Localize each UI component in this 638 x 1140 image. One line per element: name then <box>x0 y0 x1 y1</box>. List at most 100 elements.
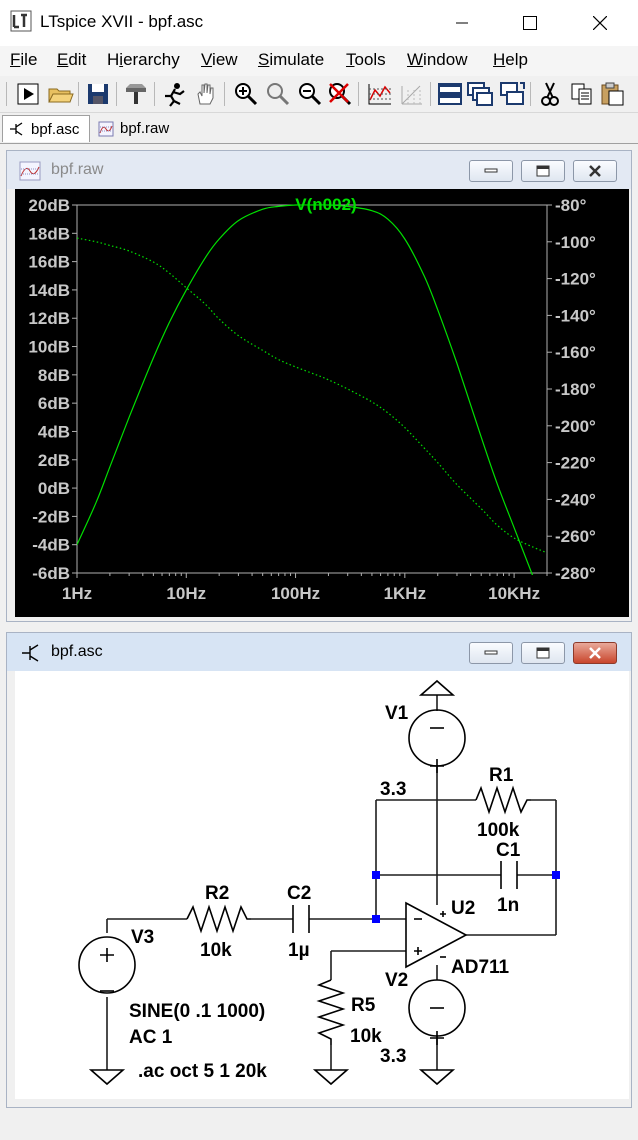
y-left-tick-label: 20dB <box>28 196 70 215</box>
resistor-r5[interactable] <box>316 979 346 1045</box>
menu-window[interactable]: Window <box>407 50 467 70</box>
y-right-tick-label: -180° <box>555 380 596 399</box>
magnitude-trace <box>77 204 534 575</box>
schematic-icon <box>10 122 23 136</box>
maximize-button[interactable] <box>500 0 560 46</box>
cascade-icon[interactable] <box>466 80 494 108</box>
close-icon <box>593 16 607 30</box>
schematic-canvas[interactable]: V1 3.3 R1 100k C1 1n U2 AD711 R2 10k C2 … <box>15 671 629 1099</box>
halt-icon[interactable] <box>160 80 188 108</box>
x-tick-label: 1KHz <box>384 584 427 603</box>
y-left-tick-label: 18dB <box>28 224 70 243</box>
close-icon <box>589 165 601 177</box>
toolbar-separator <box>224 82 225 106</box>
schematic-window[interactable]: bpf.asc V1 3.3 R1 100k C1 1n U2 AD711 R2… <box>6 632 632 1108</box>
label-v3: V3 <box>131 927 154 948</box>
schematic-restore-button[interactable] <box>521 642 565 664</box>
waveform-plot-pane[interactable]: 20dB 18dB 16dB 14dB 12dB 10dB 8dB 6dB 4dB 2dB 0dB -… <box>15 189 629 617</box>
schematic-minimize-button[interactable] <box>469 642 513 664</box>
schematic-window-titlebar[interactable]: bpf.asc <box>7 633 631 671</box>
trace-label: V(n002) <box>295 195 356 214</box>
menu-file[interactable]: File <box>10 50 37 70</box>
pan-icon[interactable] <box>192 80 220 108</box>
tab-label: bpf.asc <box>31 120 80 138</box>
label-r5: R5 <box>351 995 376 1016</box>
label-c1: C1 <box>496 840 521 861</box>
zoom-out-icon[interactable] <box>296 80 324 108</box>
voltage-source-v1[interactable] <box>408 709 466 767</box>
menu-hierarchy[interactable]: Hierarchy <box>107 50 180 70</box>
open-icon[interactable] <box>46 80 74 108</box>
tab-bpf-raw[interactable]: bpf.raw <box>92 115 176 142</box>
plot-frame <box>76 204 548 574</box>
value-r5: 10k <box>350 1026 382 1047</box>
title-bar: LTspice XVII - bpf.asc <box>0 0 638 46</box>
x-tick-label: 10KHz <box>488 584 540 603</box>
y-left-tick-label: 12dB <box>28 309 70 328</box>
tile-vertical-icon[interactable] <box>498 80 526 108</box>
y-left-tick-label: 10dB <box>28 338 70 357</box>
ground-icon <box>88 1069 126 1086</box>
waveform-window[interactable]: bpf.raw 20dB 18dB 16dB 14dB 12dB 10dB 8dB 6dB 4d… <box>6 150 632 622</box>
voltage-source-v3[interactable] <box>78 936 136 994</box>
menu-simulate[interactable]: Simulate <box>258 50 324 70</box>
waveform-window-title: bpf.raw <box>51 161 104 178</box>
menu-edit[interactable]: Edit <box>57 50 86 70</box>
bode-plot[interactable]: 20dB 18dB 16dB 14dB 12dB 10dB 8dB 6dB 4dB 2dB 0dB -… <box>15 189 629 617</box>
tile-horizontal-icon[interactable] <box>436 80 464 108</box>
menu-help[interactable]: Help <box>493 50 528 70</box>
value-c1: 1n <box>497 895 519 916</box>
toolbar-separator <box>116 82 117 106</box>
y-right-tick-label: -220° <box>555 454 596 473</box>
tab-label: bpf.raw <box>120 120 170 137</box>
autorange-icon[interactable] <box>366 80 394 108</box>
y-left-tick-label: 8dB <box>38 366 70 385</box>
y-left-tick-label: 4dB <box>38 422 70 441</box>
zoom-in-icon[interactable] <box>232 80 260 108</box>
circuit-schematic[interactable]: V1 3.3 R1 100k C1 1n U2 AD711 R2 10k C2 … <box>15 671 629 1099</box>
y-right-tick-label: -160° <box>555 343 596 362</box>
y-right-tick-label: -280° <box>555 564 596 583</box>
schematic-window-title: bpf.asc <box>51 643 103 660</box>
minimize-icon <box>484 650 498 655</box>
phase-trace <box>77 237 547 554</box>
close-button[interactable] <box>570 0 630 46</box>
ltspice-app-icon <box>10 10 32 32</box>
resistor-r1[interactable] <box>475 785 531 815</box>
waveform-minimize-button[interactable] <box>469 160 513 182</box>
resistor-r2[interactable] <box>186 904 251 934</box>
run-icon[interactable] <box>14 80 42 108</box>
y-left-tick-label: -6dB <box>32 564 70 583</box>
save-icon[interactable] <box>84 80 112 108</box>
menu-view[interactable]: View <box>201 50 238 70</box>
label-v1: V1 <box>385 703 409 724</box>
ground-icon <box>312 1069 350 1086</box>
toolbar-separator <box>78 82 79 106</box>
value-v2: 3.3 <box>380 1046 406 1067</box>
waveform-icon <box>19 161 41 181</box>
zoom-cancel-icon[interactable] <box>326 80 354 108</box>
waveform-close-button[interactable] <box>573 160 617 182</box>
y-left-tick-label: -4dB <box>32 536 70 555</box>
y-left-tick-label: -2dB <box>32 507 70 526</box>
y-left-tick-label: 6dB <box>38 394 70 413</box>
paste-icon[interactable] <box>598 80 626 108</box>
cut-icon[interactable] <box>536 80 564 108</box>
spice-directive[interactable]: .ac oct 5 1 20k <box>138 1061 267 1082</box>
control-panel-icon[interactable] <box>122 80 150 108</box>
zoom-area-icon[interactable] <box>264 80 292 108</box>
value-u2: AD711 <box>451 957 510 978</box>
grid-icon[interactable] <box>398 80 426 108</box>
waveform-restore-button[interactable] <box>521 160 565 182</box>
copy-icon[interactable] <box>568 80 596 108</box>
x-tick-label: 1Hz <box>62 584 92 603</box>
value-v3-ac: AC 1 <box>129 1027 173 1048</box>
waveform-window-titlebar[interactable]: bpf.raw <box>7 151 631 189</box>
menu-tools[interactable]: Tools <box>346 50 386 70</box>
minimize-button[interactable] <box>432 0 492 46</box>
tab-bpf-asc[interactable]: bpf.asc <box>2 115 90 142</box>
y-left-tick-label: 0dB <box>38 479 70 498</box>
schematic-close-button[interactable] <box>573 642 617 664</box>
window-title: LTspice XVII - bpf.asc <box>40 12 204 31</box>
close-icon <box>589 647 601 659</box>
